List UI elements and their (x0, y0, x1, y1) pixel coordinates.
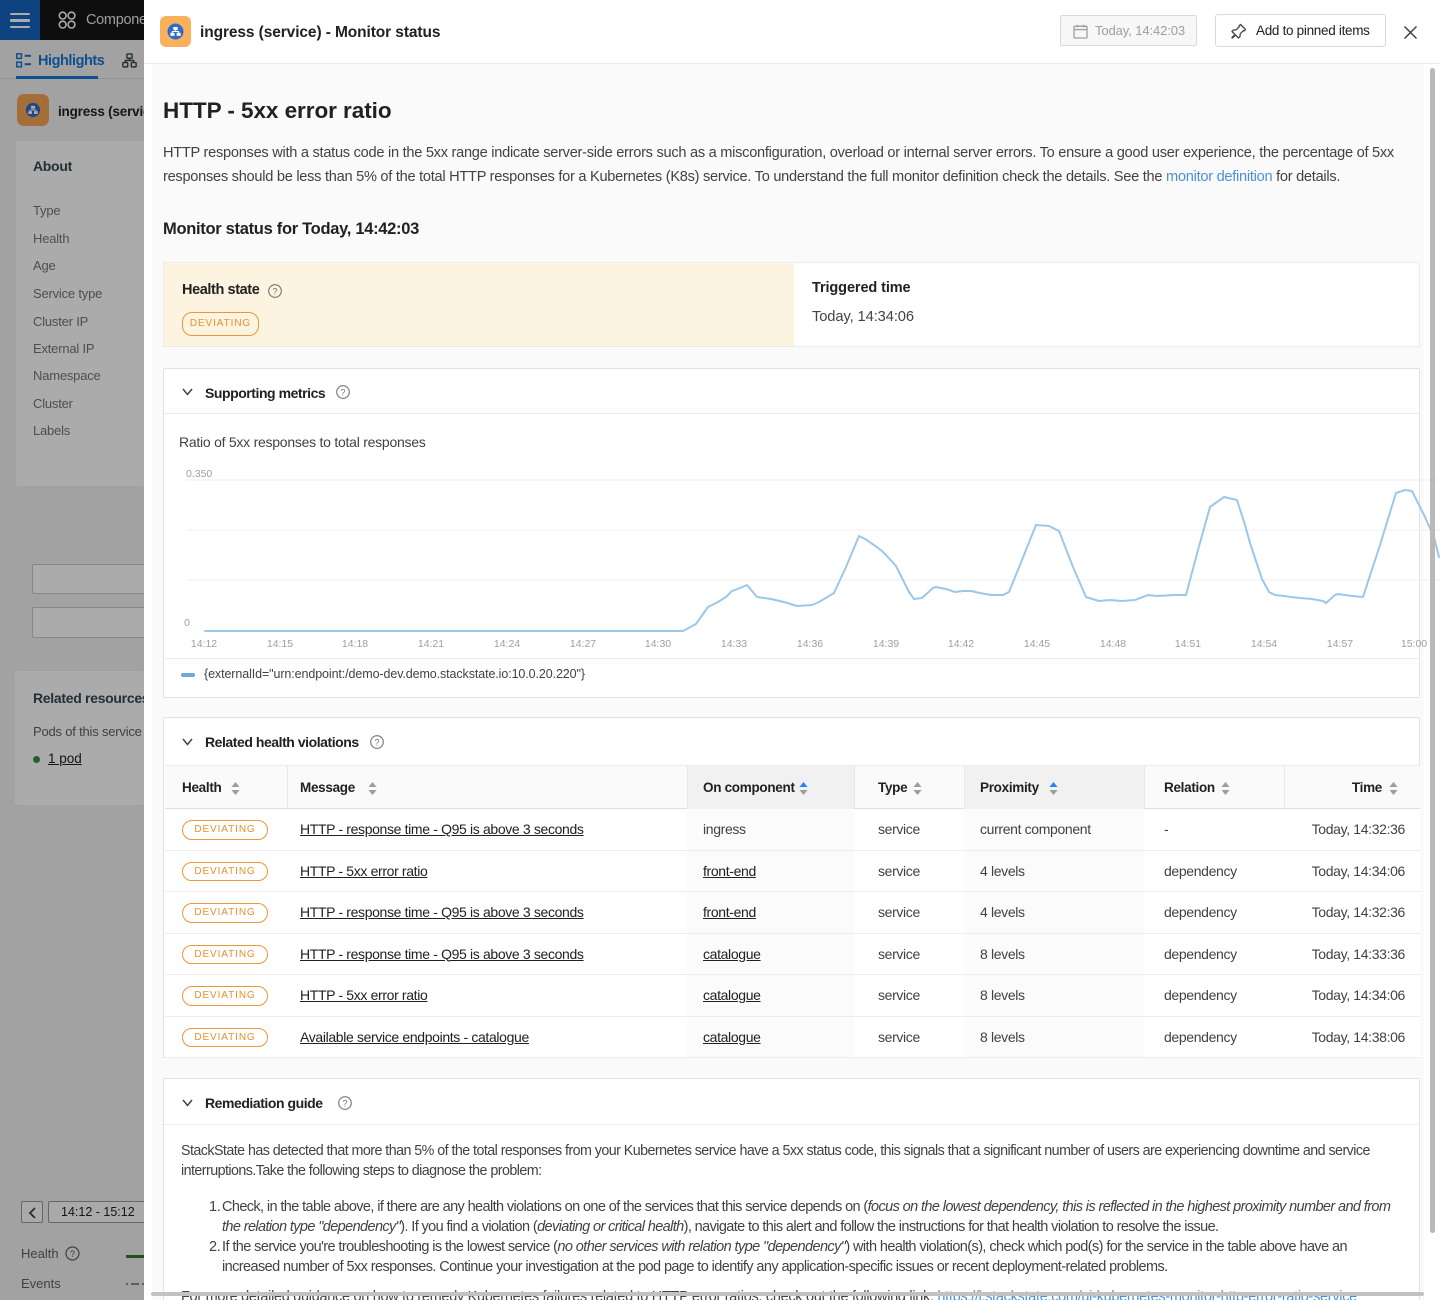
svg-text:14:57: 14:57 (1327, 638, 1353, 650)
svg-text:?: ? (340, 387, 345, 397)
svg-text:14:48: 14:48 (1100, 638, 1126, 650)
svg-text:14:45: 14:45 (1024, 638, 1050, 650)
svg-text:0: 0 (184, 617, 190, 629)
svg-text:14:24: 14:24 (494, 638, 520, 650)
svg-text:14:39: 14:39 (873, 638, 899, 650)
svg-text:14:54: 14:54 (1251, 638, 1277, 650)
svg-text:14:18: 14:18 (342, 638, 368, 650)
svg-text:14:36: 14:36 (797, 638, 823, 650)
svg-text:14:33: 14:33 (721, 638, 747, 650)
svg-text:14:51: 14:51 (1175, 638, 1201, 650)
svg-text:14:21: 14:21 (418, 638, 444, 650)
svg-text:?: ? (374, 737, 379, 747)
svg-text:14:27: 14:27 (570, 638, 596, 650)
svg-text:14:12: 14:12 (191, 638, 217, 650)
svg-text:15:00: 15:00 (1401, 638, 1427, 650)
svg-text:14:42: 14:42 (948, 638, 974, 650)
svg-text:?: ? (342, 1098, 347, 1108)
svg-text:0.350: 0.350 (186, 468, 212, 480)
svg-text:?: ? (272, 286, 277, 296)
svg-text:14:15: 14:15 (267, 638, 293, 650)
svg-text:14:30: 14:30 (645, 638, 671, 650)
